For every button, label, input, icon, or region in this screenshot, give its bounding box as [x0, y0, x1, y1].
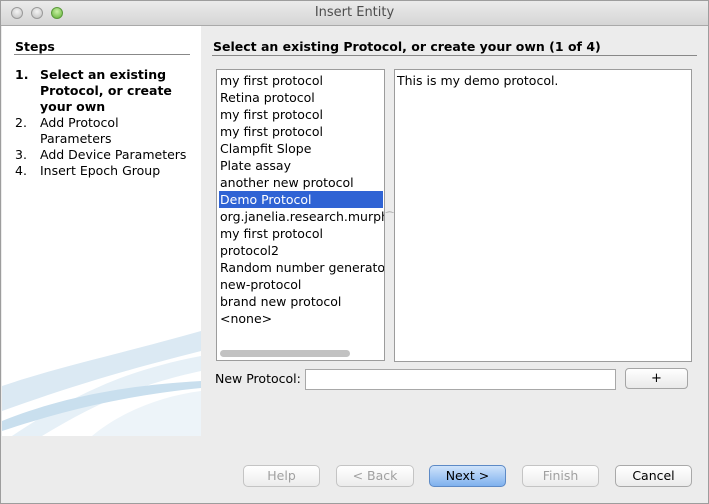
heading-divider [212, 55, 697, 56]
step-number: 2. [15, 115, 27, 130]
window-title: Insert Entity [314, 5, 395, 20]
protocol-list-item[interactable]: my first protocol [219, 106, 383, 123]
decorative-swoosh-graphic [2, 331, 201, 436]
split-pane-divider-icon[interactable]: ⁀ [386, 213, 393, 223]
title-bar: Insert Entity [1, 1, 708, 26]
step-label: Add Protocol Parameters [40, 115, 119, 146]
new-protocol-label: New Protocol: [215, 371, 301, 386]
protocol-list-item[interactable]: my first protocol [219, 72, 383, 89]
protocol-list-item[interactable]: Retina protocol [219, 89, 383, 106]
protocol-list[interactable]: my first protocol Retina protocol my first… [216, 69, 385, 361]
step-number: 3. [15, 147, 27, 162]
step-number: 4. [15, 163, 27, 178]
protocol-list-item[interactable]: <none> [219, 310, 383, 327]
protocol-list-item[interactable]: protocol2 [219, 242, 383, 259]
add-protocol-button[interactable]: + [625, 368, 688, 389]
step-label: Add Device Parameters [40, 147, 187, 162]
protocol-list-item[interactable]: Plate assay [219, 157, 383, 174]
steps-divider [14, 54, 190, 55]
protocol-description-text: This is my demo protocol. [397, 73, 559, 88]
new-protocol-input[interactable] [305, 369, 616, 390]
step-label: Insert Epoch Group [40, 163, 161, 178]
protocol-list-item[interactable]: Random number generator [219, 259, 384, 276]
protocol-list-item[interactable]: Clampfit Slope [219, 140, 383, 157]
step-number: 1. [15, 67, 29, 82]
steps-panel: Steps 1. Select an existing Protocol, or… [2, 26, 201, 436]
protocol-list-item[interactable]: new-protocol [219, 276, 383, 293]
step-label: Select an existing Protocol, or create y… [40, 67, 172, 114]
page-heading: Select an existing Protocol, or create y… [213, 39, 601, 54]
protocol-list-item[interactable]: org.janelia.research.murphy [219, 208, 384, 225]
horizontal-scrollbar[interactable] [220, 350, 350, 357]
protocol-description-area[interactable]: This is my demo protocol. [394, 69, 692, 362]
insert-entity-dialog: Insert Entity Steps 1. Select an existin… [0, 0, 709, 504]
help-button[interactable]: Help [243, 465, 320, 487]
cancel-button[interactable]: Cancel [615, 465, 692, 487]
protocol-list-item[interactable]: Demo Protocol [219, 191, 383, 208]
steps-heading: Steps [15, 39, 55, 54]
finish-button[interactable]: Finish [522, 465, 599, 487]
protocol-list-item[interactable]: my first protocol [219, 225, 383, 242]
protocol-list-item[interactable]: another new protocol [219, 174, 383, 191]
protocol-list-item[interactable]: brand new protocol [219, 293, 383, 310]
back-button[interactable]: < Back [336, 465, 414, 487]
next-button[interactable]: Next > [429, 465, 506, 487]
protocol-list-item[interactable]: my first protocol [219, 123, 383, 140]
